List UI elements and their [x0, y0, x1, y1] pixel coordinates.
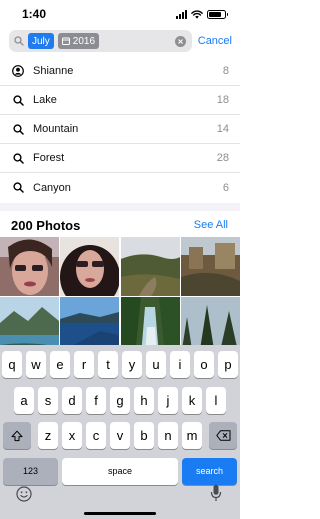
- key-x[interactable]: x: [62, 422, 82, 449]
- suggestion-count: 18: [216, 94, 229, 106]
- key-q[interactable]: q: [2, 351, 22, 378]
- status-bar: 1:40: [0, 0, 240, 28]
- suggestion-item-shianne[interactable]: Shianne 8: [0, 57, 240, 86]
- magnifier-icon: [12, 94, 24, 106]
- section-divider: [0, 203, 240, 211]
- shift-icon: [11, 430, 23, 441]
- key-b[interactable]: b: [134, 422, 154, 449]
- key-g[interactable]: g: [110, 386, 130, 414]
- search-icon: [14, 36, 24, 46]
- photo-thumbnail[interactable]: [120, 237, 180, 296]
- key-h[interactable]: h: [134, 386, 154, 414]
- photo-thumbnail[interactable]: [180, 237, 240, 296]
- search-token-year[interactable]: 2016: [57, 33, 100, 49]
- clear-search-button[interactable]: [175, 35, 186, 47]
- photo-thumbnail[interactable]: [60, 237, 120, 296]
- keyboard-row-3: z x c v b n m: [0, 422, 240, 449]
- photos-count-title: 200 Photos: [11, 217, 81, 233]
- key-u[interactable]: u: [146, 351, 166, 378]
- search-field[interactable]: July 2016: [9, 30, 192, 52]
- key-v[interactable]: v: [110, 422, 130, 449]
- battery-icon: [207, 9, 228, 19]
- keyboard-accessory-bar: [0, 476, 240, 516]
- search-token-year-label: 2016: [72, 35, 96, 47]
- status-time: 1:40: [22, 7, 47, 21]
- keyboard-row-2: a s d f g h j k l: [0, 386, 240, 414]
- person-icon: [12, 65, 24, 77]
- suggestion-label: Mountain: [33, 123, 79, 135]
- key-t[interactable]: t: [98, 351, 118, 378]
- key-z[interactable]: z: [38, 422, 58, 449]
- magnifier-icon: [12, 182, 24, 194]
- see-all-button[interactable]: See All: [194, 219, 228, 231]
- key-c[interactable]: c: [86, 422, 106, 449]
- magnifier-icon: [12, 152, 24, 164]
- key-n[interactable]: n: [158, 422, 178, 449]
- search-token-month[interactable]: July: [28, 33, 54, 49]
- delete-key[interactable]: [209, 422, 237, 449]
- status-icons: [176, 9, 228, 19]
- suggestion-item-canyon[interactable]: Canyon 6: [0, 173, 240, 202]
- microphone-icon[interactable]: [210, 484, 222, 502]
- key-o[interactable]: o: [194, 351, 214, 378]
- key-y[interactable]: y: [122, 351, 142, 378]
- key-e[interactable]: e: [50, 351, 70, 378]
- keyboard-row-1: q w e r t y u i o p: [0, 351, 240, 378]
- photos-section-header: 200 Photos See All: [0, 214, 240, 236]
- key-p[interactable]: p: [218, 351, 238, 378]
- suggestion-count: 8: [222, 65, 229, 77]
- photo-grid: [0, 237, 240, 357]
- suggestion-label: Shianne: [33, 65, 74, 77]
- suggestion-item-lake[interactable]: Lake 18: [0, 86, 240, 115]
- cancel-button[interactable]: Cancel: [198, 35, 232, 47]
- key-a[interactable]: a: [14, 386, 34, 414]
- suggestion-label: Lake: [33, 94, 57, 106]
- key-m[interactable]: m: [182, 422, 202, 449]
- emoji-icon[interactable]: [16, 486, 32, 502]
- search-bar-row: July 2016 Cancel: [0, 28, 240, 54]
- key-d[interactable]: d: [62, 386, 82, 414]
- keyboard: q w e r t y u i o p a s d f g h j k l z …: [0, 345, 240, 519]
- suggestion-label: Forest: [33, 152, 65, 164]
- home-indicator: [84, 512, 156, 515]
- suggestion-item-forest[interactable]: Forest 28: [0, 144, 240, 173]
- suggestion-list: Shianne 8 Lake 18 Mountain 14 Forest 28 …: [0, 57, 240, 202]
- key-f[interactable]: f: [86, 386, 106, 414]
- key-i[interactable]: i: [170, 351, 190, 378]
- calendar-icon: [61, 37, 70, 45]
- suggestion-item-mountain[interactable]: Mountain 14: [0, 115, 240, 144]
- shift-key[interactable]: [3, 422, 31, 449]
- key-r[interactable]: r: [74, 351, 94, 378]
- key-j[interactable]: j: [158, 386, 178, 414]
- close-icon: [178, 38, 183, 44]
- letter-keys-row-3: z x c v b n m: [38, 422, 202, 449]
- key-l[interactable]: l: [206, 386, 226, 414]
- suggestion-count: 14: [216, 123, 229, 135]
- backspace-icon: [215, 430, 230, 441]
- key-w[interactable]: w: [26, 351, 46, 378]
- wifi-icon: [191, 9, 203, 19]
- key-k[interactable]: k: [182, 386, 202, 414]
- suggestion-label: Canyon: [33, 181, 71, 194]
- key-s[interactable]: s: [38, 386, 58, 414]
- cellular-signal-icon: [176, 9, 187, 19]
- suggestion-count: 6: [222, 181, 229, 194]
- magnifier-icon: [12, 123, 24, 135]
- photo-thumbnail[interactable]: [0, 237, 59, 296]
- suggestion-count: 28: [216, 152, 229, 164]
